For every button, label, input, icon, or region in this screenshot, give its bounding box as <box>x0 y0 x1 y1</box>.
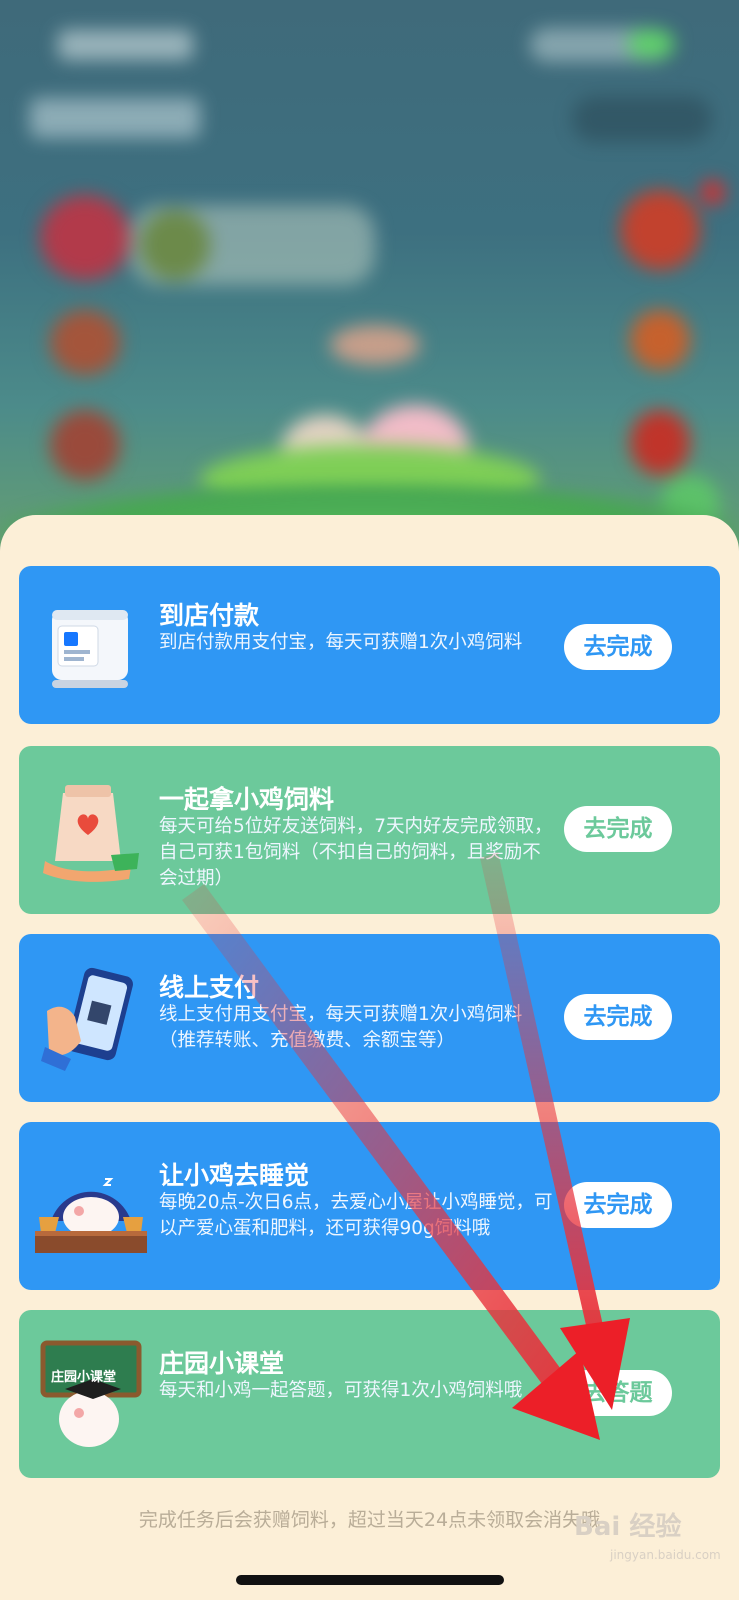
task-title: 让小鸡去睡觉 <box>159 1161 310 1190</box>
classroom-board-label: 庄园小课堂 <box>51 1370 117 1385</box>
task-card-online-payment: 线上支付 线上支付用支付宝，每天可获赠1次小鸡饲料（推荐转账、充值缴费、余额宝等… <box>19 934 720 1102</box>
task-card-store-payment: 到店付款 到店付款用支付宝，每天可获赠1次小鸡饲料 去完成 <box>19 566 720 724</box>
task-description: 每天可给5位好友送饲料，7天内好友完成领取，自己可获1包饲料（不扣自己的饲料，且… <box>159 816 553 889</box>
task-description: 每天和小鸡一起答题，可获得1次小鸡饲料哦 <box>159 1380 523 1401</box>
task-title: 到店付款 <box>159 601 260 630</box>
task-description: 每晚20点-次日6点，去爱心小屋让小鸡睡觉，可以产爱心蛋和肥料，还可获得90g饲… <box>159 1192 553 1239</box>
sleeping-chick-icon <box>31 1144 151 1268</box>
classroom-chick-icon: 庄园小课堂 <box>37 1332 145 1456</box>
phone-pay-icon <box>41 956 141 1080</box>
task-card-chick-sleep: 让小鸡去睡觉 每晚20点-次日6点，去爱心小屋让小鸡睡觉，可以产爱心蛋和肥料，还… <box>19 1122 720 1290</box>
store-scanner-icon <box>41 584 141 708</box>
task-title: 线上支付 <box>159 973 260 1002</box>
complete-task-button[interactable]: 去完成 <box>564 624 672 670</box>
complete-task-button[interactable]: 去完成 <box>564 1182 672 1228</box>
answer-quiz-button[interactable]: 去答题 <box>564 1370 672 1416</box>
task-description: 线上支付用支付宝，每天可获赠1次小鸡饲料（推荐转账、充值缴费、余额宝等） <box>159 1004 523 1051</box>
task-card-share-feed: 一起拿小鸡饲料 每天可给5位好友送饲料，7天内好友完成领取，自己可获1包饲料（不… <box>19 746 720 914</box>
feed-bag-icon <box>41 768 141 892</box>
complete-task-button[interactable]: 去完成 <box>564 806 672 852</box>
task-title: 一起拿小鸡饲料 <box>159 785 335 814</box>
watermark-sub: jingyan.baidu.com <box>610 1548 721 1562</box>
task-card-farm-classroom: 庄园小课堂 庄园小课堂 每天和小鸡一起答题，可获得1次小鸡饲料哦 去答题 <box>19 1310 720 1478</box>
complete-task-button[interactable]: 去完成 <box>564 994 672 1040</box>
task-title: 庄园小课堂 <box>159 1349 285 1378</box>
task-description: 到店付款用支付宝，每天可获赠1次小鸡饲料 <box>159 632 523 653</box>
home-indicator[interactable] <box>236 1575 504 1585</box>
watermark: Bai 经验 <box>574 1512 682 1542</box>
